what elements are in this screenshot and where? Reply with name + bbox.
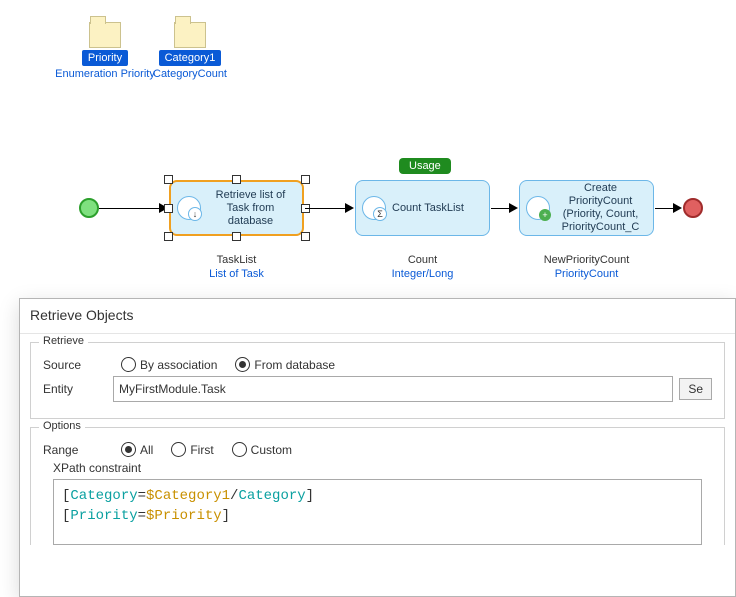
xpath-label: XPath constraint (53, 461, 702, 475)
radio-label: From database (254, 358, 335, 372)
arrow-head-icon (345, 203, 354, 213)
retrieve-objects-dialog: Retrieve Objects Retrieve Source By asso… (19, 298, 736, 597)
activity-count[interactable]: Count TaskList (355, 180, 490, 236)
end-event[interactable] (683, 198, 703, 218)
return-type: PriorityCount (519, 268, 654, 280)
return-name: TaskList (169, 254, 304, 266)
entity-input[interactable]: MyFirstModule.Task (113, 376, 673, 402)
sequence-flow (99, 208, 161, 209)
radio-from-database[interactable] (235, 357, 250, 372)
folder-icon (89, 22, 121, 48)
parameter-name: Priority (82, 50, 128, 66)
radio-range-first[interactable] (171, 442, 186, 457)
xpath-constraint-input[interactable]: [Category=$Category1/Category] [Priority… (53, 479, 702, 545)
return-type: Integer/Long (355, 268, 490, 280)
folder-icon (174, 22, 206, 48)
selection-handle[interactable] (301, 232, 310, 241)
selection-handle[interactable] (232, 232, 241, 241)
count-icon (362, 196, 386, 220)
activity-label: Count TaskList (392, 202, 464, 215)
selection-handle[interactable] (164, 175, 173, 184)
fieldset-legend: Retrieve (39, 335, 88, 347)
retrieve-fieldset: Retrieve Source By association From data… (30, 342, 725, 419)
range-row: Range All First Custom (43, 442, 712, 457)
arrow-head-icon (673, 203, 682, 213)
source-row: Source By association From database (43, 357, 712, 372)
source-label: Source (43, 358, 113, 372)
parameter-type: Enumeration Priority (55, 68, 155, 80)
return-name: Count (355, 254, 490, 266)
usage-badge: Usage (399, 158, 451, 174)
radio-label: First (190, 443, 213, 457)
sequence-flow (655, 208, 675, 209)
selection-handle[interactable] (164, 232, 173, 241)
activity-retrieve[interactable]: Retrieve list of Task from database (169, 180, 304, 236)
activity-create[interactable]: Create PriorityCount (Priority, Count, P… (519, 180, 654, 236)
radio-label: By association (140, 358, 217, 372)
radio-range-all[interactable] (121, 442, 136, 457)
create-icon (526, 196, 550, 220)
microflow-parameter[interactable]: Priority Enumeration Priority (55, 22, 155, 80)
range-label: Range (43, 443, 113, 457)
activity-label: Create PriorityCount (Priority, Count, P… (556, 182, 645, 234)
radio-by-association[interactable] (121, 357, 136, 372)
return-type: List of Task (169, 268, 304, 280)
parameter-type: CategoryCount (145, 68, 235, 80)
radio-label: All (140, 443, 153, 457)
activity-label: Retrieve list of Task from database (207, 189, 294, 228)
selection-handle[interactable] (232, 175, 241, 184)
fieldset-legend: Options (39, 420, 85, 432)
dialog-title: Retrieve Objects (20, 299, 735, 334)
start-event[interactable] (79, 198, 99, 218)
radio-range-custom[interactable] (232, 442, 247, 457)
parameter-name: Category1 (159, 50, 222, 66)
retrieve-icon (177, 196, 201, 220)
microflow-parameter[interactable]: Category1 CategoryCount (145, 22, 235, 80)
sequence-flow (305, 208, 347, 209)
entity-row: Entity MyFirstModule.Task Se (43, 376, 712, 402)
arrow-head-icon (509, 203, 518, 213)
entity-label: Entity (43, 382, 113, 396)
return-name: NewPriorityCount (519, 254, 654, 266)
radio-label: Custom (251, 443, 292, 457)
selection-handle[interactable] (301, 175, 310, 184)
select-entity-button[interactable]: Se (679, 378, 712, 400)
options-fieldset: Options Range All First Custom XPath con… (30, 427, 725, 545)
sequence-flow (491, 208, 511, 209)
selection-handle[interactable] (164, 204, 173, 213)
